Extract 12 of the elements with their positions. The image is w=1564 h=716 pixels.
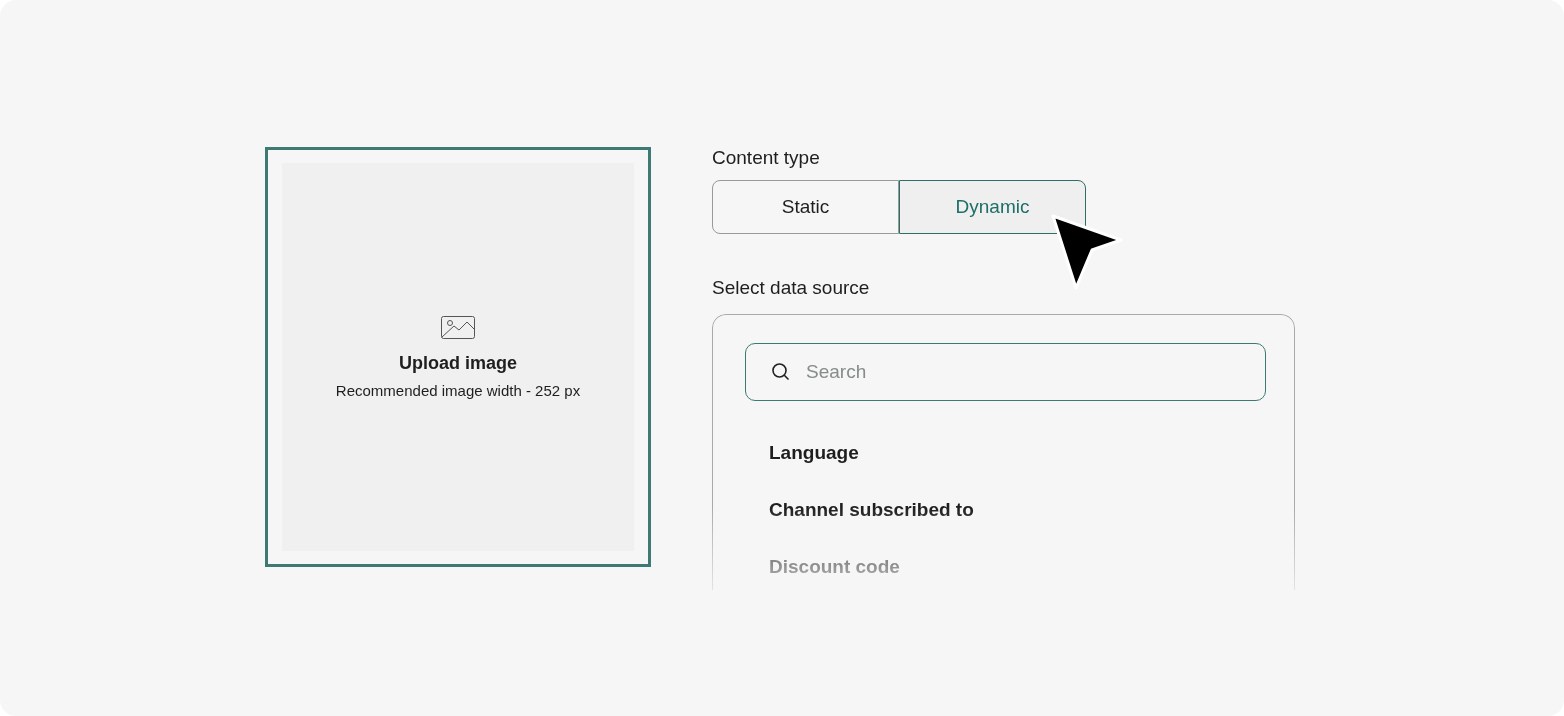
content-type-option[interactable]: Dynamic <box>899 180 1086 234</box>
data-source-label: Select data source <box>712 277 871 299</box>
search-icon <box>771 362 791 382</box>
upload-title: Upload image <box>399 352 517 374</box>
content-type-label: Content type <box>712 147 821 169</box>
data-source-option[interactable]: Channel subscribed to <box>769 498 1266 522</box>
upload-hint: Recommended image width - 252 px <box>335 381 581 399</box>
data-source-option[interactable]: Language <box>769 441 1266 465</box>
image-icon <box>441 315 475 339</box>
search-field[interactable]: Search <box>745 343 1266 401</box>
upload-dropzone[interactable]: Upload image Recommended image width - 252 px <box>265 147 651 567</box>
content-type-option[interactable]: Static <box>712 180 899 234</box>
